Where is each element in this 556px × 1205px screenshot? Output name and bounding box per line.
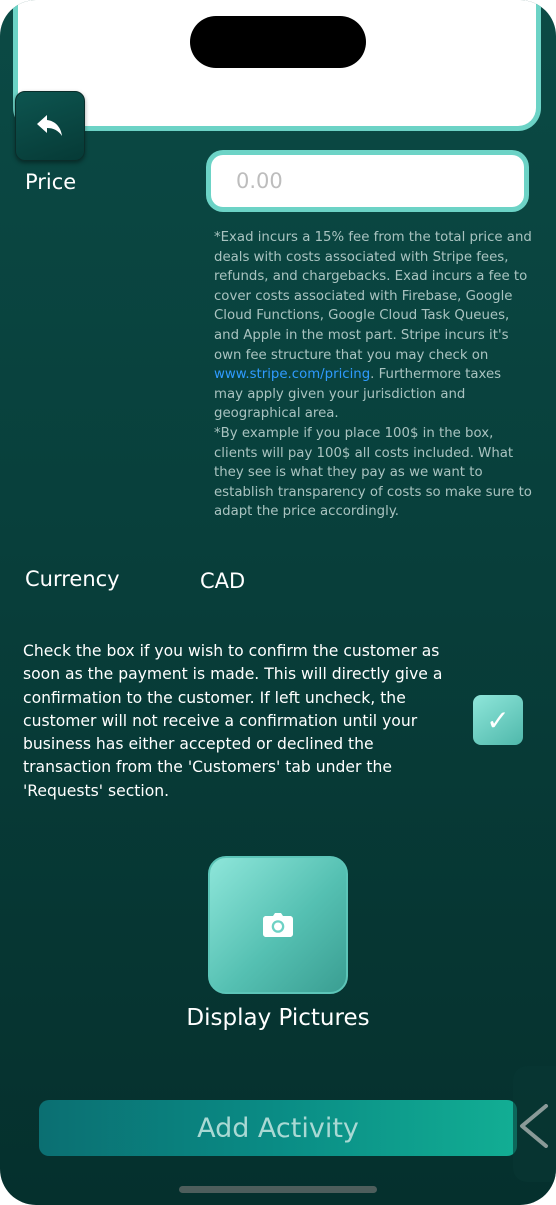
fee-example-text: *By example if you place 100$ in the box… (214, 425, 532, 520)
currency-label: Currency (25, 567, 120, 591)
reply-arrow-icon (37, 115, 62, 136)
add-activity-label: Add Activity (197, 1112, 359, 1144)
checkmark-icon: ✓ (486, 703, 510, 737)
price-label: Price (25, 170, 77, 194)
fee-notice: *Exad incurs a 15% fee from the total pr… (214, 228, 532, 522)
device-notch (190, 16, 366, 68)
auto-confirm-description: Check the box if you wish to confirm the… (23, 642, 443, 800)
currency-value[interactable]: CAD (200, 569, 245, 593)
stripe-pricing-link[interactable]: www.stripe.com/pricing (214, 367, 370, 382)
back-button[interactable] (15, 91, 85, 161)
price-input[interactable] (211, 155, 524, 207)
price-field[interactable] (211, 155, 524, 207)
fee-notice-text: *Exad incurs a 15% fee from the total pr… (214, 230, 532, 363)
home-indicator (179, 1186, 377, 1193)
chevron-left-icon[interactable] (518, 1104, 550, 1148)
add-pictures-button[interactable] (208, 856, 348, 994)
add-activity-button[interactable]: Add Activity (39, 1100, 517, 1156)
camera-icon (263, 913, 293, 937)
auto-confirm-checkbox[interactable]: ✓ (473, 695, 523, 745)
display-pictures-label: Display Pictures (186, 1005, 370, 1031)
screen: Price *Exad incurs a 15% fee from the to… (0, 0, 556, 1205)
